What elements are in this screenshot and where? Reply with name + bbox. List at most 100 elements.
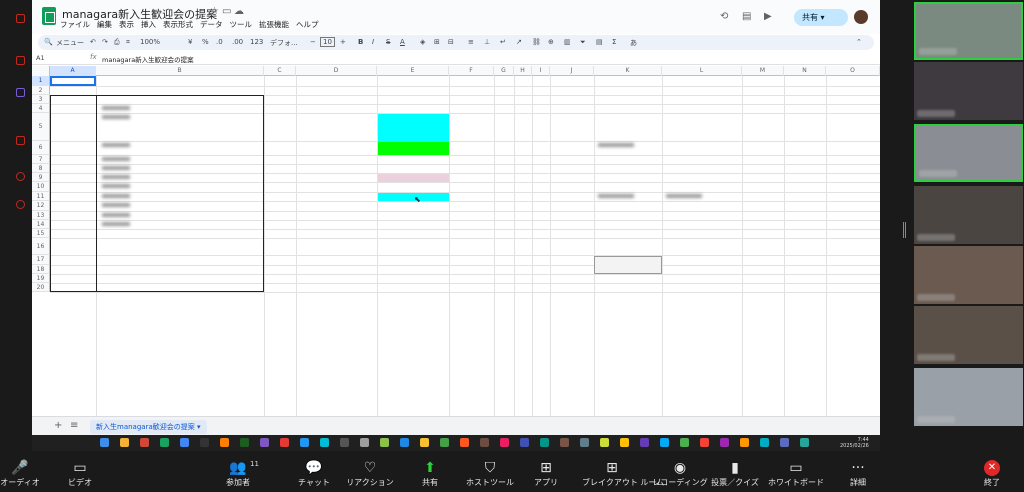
font-size-input[interactable]: 10: [320, 37, 335, 47]
italic-button[interactable]: I: [372, 38, 374, 46]
column-header[interactable]: E: [377, 66, 449, 76]
column-header[interactable]: M: [742, 66, 784, 76]
taskbar-app-icon[interactable]: [760, 438, 769, 447]
avatar[interactable]: [854, 10, 868, 24]
taskbar-app-icon[interactable]: [240, 438, 249, 447]
menu-edit[interactable]: 編集: [97, 20, 112, 29]
font-select[interactable]: デフォ...: [270, 38, 298, 48]
fill-color-icon[interactable]: ◈: [420, 38, 425, 46]
taskbar-app-icon[interactable]: [160, 438, 169, 447]
row-header[interactable]: 20: [32, 283, 50, 292]
row-header[interactable]: 19: [32, 274, 50, 283]
column-header[interactable]: N: [784, 66, 826, 76]
control-レコーディング[interactable]: ◉ レコーディング: [650, 458, 710, 492]
taskbar-app-icon[interactable]: [200, 438, 209, 447]
comment-icon[interactable]: ▤: [742, 11, 751, 22]
taskbar-app-icon[interactable]: [460, 438, 469, 447]
column-header[interactable]: A: [50, 66, 96, 76]
taskbar-app-icon[interactable]: [380, 438, 389, 447]
row-header[interactable]: 15: [32, 229, 50, 238]
control-ホストツール[interactable]: ⛉ ホストツール: [460, 458, 520, 492]
functions-icon[interactable]: Σ: [612, 38, 616, 46]
meet-icon[interactable]: ▶: [764, 11, 772, 22]
rotate-icon[interactable]: ↗: [516, 38, 522, 46]
cloud-icon[interactable]: ☁: [234, 6, 244, 17]
paint-format-icon[interactable]: ⌗: [126, 38, 130, 47]
taskbar-app-icon[interactable]: [740, 438, 749, 447]
row-header[interactable]: 17: [32, 255, 50, 265]
align-icon[interactable]: ≡: [468, 38, 474, 46]
print-icon[interactable]: ⎙: [114, 38, 120, 47]
gallery-resize-handle[interactable]: [903, 222, 906, 238]
participant-tile[interactable]: [914, 306, 1023, 364]
all-sheets-icon[interactable]: ≡: [70, 420, 78, 431]
participant-tile[interactable]: [914, 62, 1023, 120]
star-icon[interactable]: ☆: [210, 6, 219, 17]
taskbar-app-icon[interactable]: [520, 438, 529, 447]
menu-help[interactable]: ヘルプ: [296, 20, 319, 29]
taskbar-app-icon[interactable]: [680, 438, 689, 447]
add-sheet-icon[interactable]: +: [54, 420, 62, 431]
row-header[interactable]: 9: [32, 173, 50, 182]
row-header[interactable]: 18: [32, 265, 50, 274]
column-header[interactable]: O: [826, 66, 880, 76]
taskbar-app-icon[interactable]: [660, 438, 669, 447]
taskbar-app-icon[interactable]: [400, 438, 409, 447]
taskbar-app-icon[interactable]: [580, 438, 589, 447]
share-button[interactable]: 共有 ▾: [794, 9, 848, 26]
control-詳細[interactable]: ··· 詳細: [828, 458, 888, 492]
taskbar-app-icon[interactable]: [100, 438, 109, 447]
text-color-button[interactable]: A: [400, 38, 405, 46]
menu-search[interactable]: メニュー: [56, 38, 84, 48]
sheets-logo-icon[interactable]: [42, 7, 56, 25]
column-header[interactable]: D: [296, 66, 377, 76]
row-header[interactable]: 10: [32, 182, 50, 192]
strikethrough-button[interactable]: S: [386, 38, 390, 46]
control-投票／クイズ[interactable]: ▮ 投票／クイズ: [705, 458, 765, 492]
wrap-icon[interactable]: ↵: [500, 38, 506, 46]
decrease-decimal-button[interactable]: .0: [216, 38, 223, 46]
control-チャット[interactable]: 💬 チャット: [284, 458, 344, 492]
taskbar-app-icon[interactable]: [440, 438, 449, 447]
menu-data[interactable]: データ: [200, 20, 223, 29]
row-header[interactable]: 14: [32, 220, 50, 229]
participant-tile[interactable]: [914, 186, 1023, 244]
taskbar-app-icon[interactable]: [180, 438, 189, 447]
column-header[interactable]: L: [662, 66, 742, 76]
control-オーディオ[interactable]: 🎤 オーディオ: [0, 458, 50, 492]
taskbar-app-icon[interactable]: [620, 438, 629, 447]
taskbar-app-icon[interactable]: [320, 438, 329, 447]
taskbar-app-icon[interactable]: [700, 438, 709, 447]
bold-button[interactable]: B: [358, 38, 363, 46]
currency-button[interactable]: ¥: [188, 38, 192, 46]
menu-tools[interactable]: ツール: [230, 20, 253, 29]
control-ブレイクアウト ルーム[interactable]: ⊞ ブレイクアウト ルーム: [582, 458, 664, 492]
rail-icon[interactable]: [16, 56, 25, 65]
control-ホワイトボード[interactable]: ▭ ホワイトボード: [766, 458, 826, 492]
name-box[interactable]: A1: [36, 54, 45, 62]
row-header[interactable]: 16: [32, 238, 50, 255]
column-header[interactable]: F: [449, 66, 494, 76]
taskbar-app-icon[interactable]: [420, 438, 429, 447]
column-header[interactable]: I: [532, 66, 550, 76]
filter-icon[interactable]: ⏷: [580, 38, 586, 47]
rail-icon[interactable]: [16, 200, 25, 209]
font-size-increase[interactable]: +: [340, 38, 346, 46]
rail-icon[interactable]: [16, 172, 25, 181]
taskbar-app-icon[interactable]: [640, 438, 649, 447]
column-header[interactable]: J: [550, 66, 594, 76]
control-共有[interactable]: ⬆ 共有: [400, 458, 460, 492]
font-size-decrease[interactable]: −: [310, 38, 316, 46]
percent-button[interactable]: %: [202, 38, 209, 46]
taskbar-app-icon[interactable]: [300, 438, 309, 447]
column-header[interactable]: G: [494, 66, 514, 76]
row-header[interactable]: 2: [32, 86, 50, 95]
row-header[interactable]: 4: [32, 104, 50, 113]
control-終了[interactable]: ✕ 終了: [962, 458, 1022, 492]
column-header[interactable]: K: [594, 66, 662, 76]
valign-icon[interactable]: ⊥: [484, 38, 490, 46]
participant-tile[interactable]: [914, 124, 1023, 182]
filter-views-icon[interactable]: ▤: [596, 38, 603, 46]
row-header[interactable]: 7: [32, 155, 50, 164]
participant-tile[interactable]: [914, 368, 1023, 426]
